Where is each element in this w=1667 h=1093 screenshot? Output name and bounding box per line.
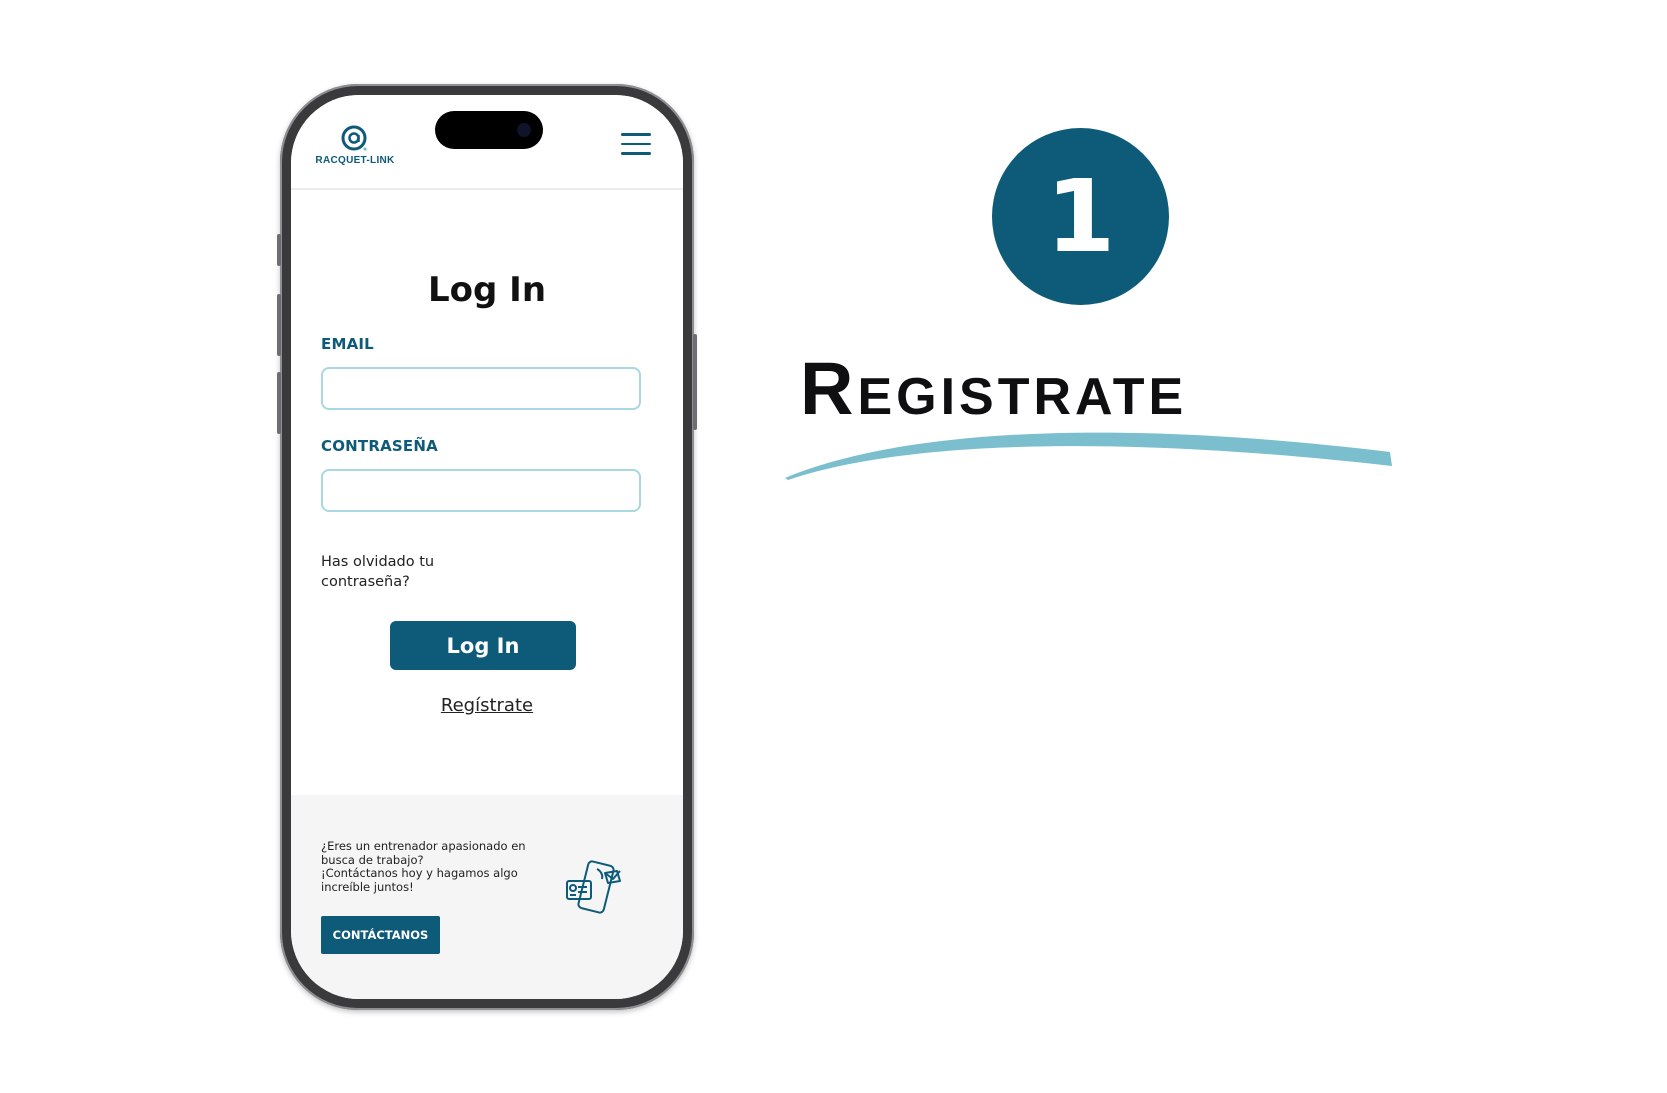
forgot-password-link[interactable]: Has olvidado tu contraseña? (321, 552, 481, 592)
phone-power-button (693, 334, 697, 430)
phone-contact-illustration-icon (566, 860, 621, 914)
step-number: 1 (1045, 157, 1116, 275)
footer-line: busca de trabajo? (321, 852, 424, 867)
underline-swoosh (785, 432, 1392, 480)
slide: RACQUET-LINK Log In EMAIL CONTRASEÑA Has… (0, 0, 1667, 1093)
phone-screen: RACQUET-LINK Log In EMAIL CONTRASEÑA Has… (291, 95, 683, 999)
email-field[interactable] (321, 367, 641, 410)
phone-action-button (277, 234, 281, 266)
footer-text: ¿Eres un entrenador apasionado en busca … (321, 839, 541, 894)
email-label: EMAIL (321, 335, 374, 353)
hamburger-menu-icon[interactable] (621, 133, 651, 157)
logo-text: RACQUET-LINK (315, 155, 395, 166)
footer-line: increíble juntos! (321, 879, 414, 894)
dynamic-island (435, 111, 543, 149)
footer-line: ¿Eres un entrenador apasionado en (321, 839, 526, 853)
step-number-badge: 1 (992, 128, 1169, 305)
password-label: CONTRASEÑA (321, 437, 438, 455)
password-field[interactable] (321, 469, 641, 512)
login-button[interactable]: Log In (390, 621, 576, 670)
phone-volume-down (277, 372, 281, 434)
login-title: Log In (427, 270, 547, 310)
step-title: Registrate (800, 347, 1188, 430)
app-logo[interactable]: RACQUET-LINK (305, 125, 405, 166)
register-link[interactable]: Regístrate (291, 695, 683, 716)
phone-volume-up (277, 294, 281, 356)
phone-mockup: RACQUET-LINK Log In EMAIL CONTRASEÑA Has… (277, 84, 697, 1010)
footer-line: ¡Contáctanos hoy y hagamos algo (321, 866, 518, 880)
contact-button[interactable]: CONTÁCTANOS (321, 916, 440, 954)
footer: ¿Eres un entrenador apasionado en busca … (291, 795, 683, 999)
racquet-link-logo-icon (341, 125, 367, 151)
